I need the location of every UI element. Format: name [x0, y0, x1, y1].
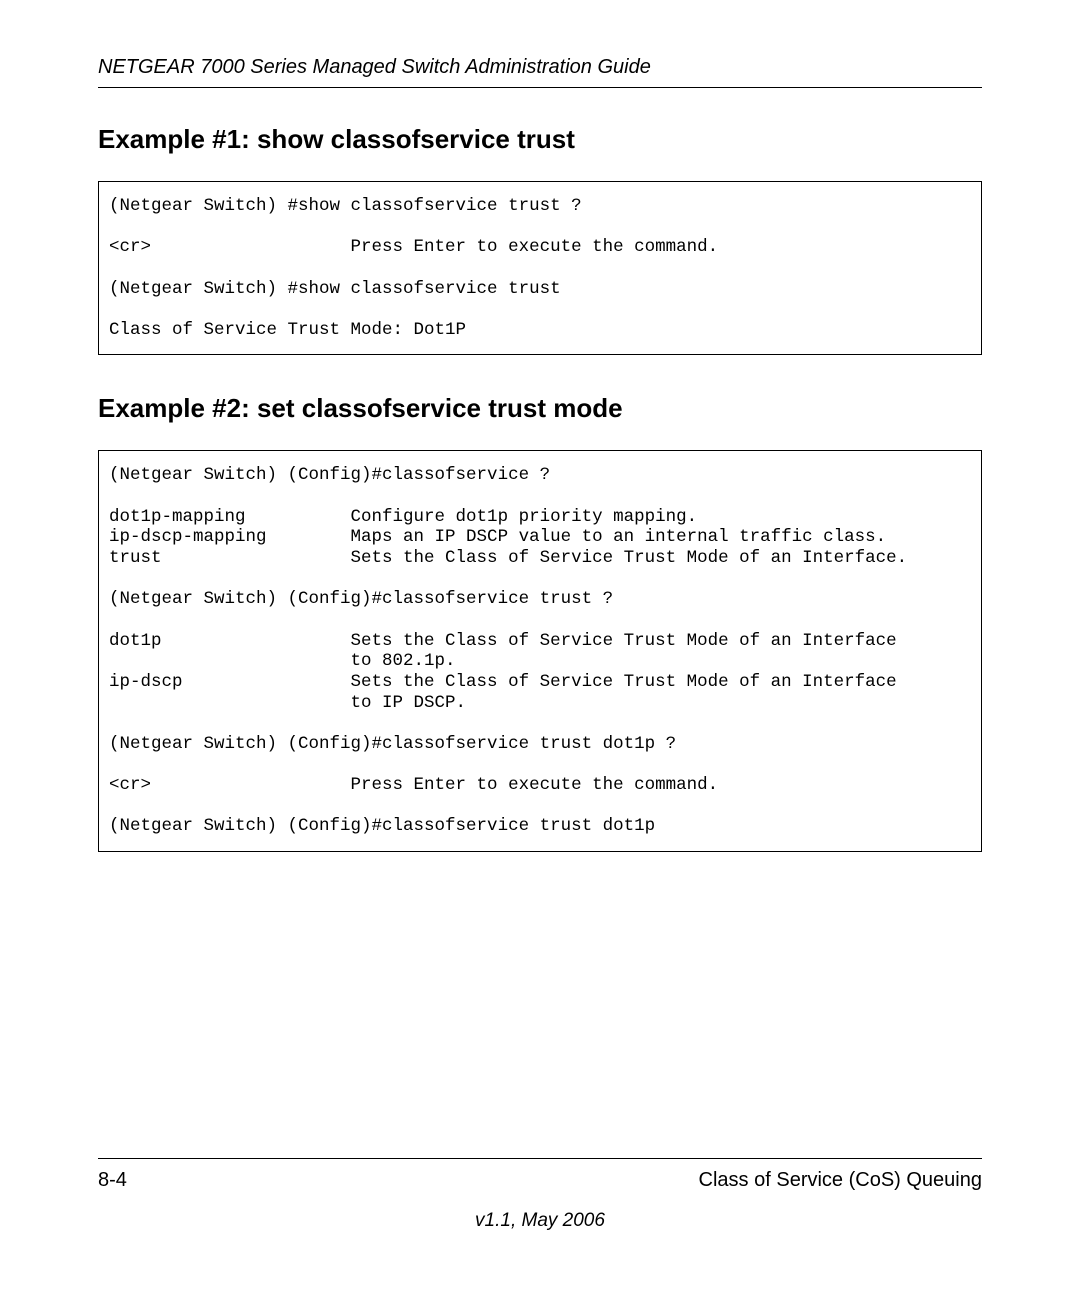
- document-page: NETGEAR 7000 Series Managed Switch Admin…: [0, 0, 1080, 1296]
- code-block-example-1: (Netgear Switch) #show classofservice tr…: [98, 181, 982, 355]
- footer-rule: [98, 1158, 982, 1159]
- heading-example-2: Example #2: set classofservice trust mod…: [98, 393, 982, 424]
- version-line: v1.1, May 2006: [98, 1210, 982, 1232]
- running-header: NETGEAR 7000 Series Managed Switch Admin…: [98, 56, 982, 88]
- page-footer: 8-4 Class of Service (CoS) Queuing v1.1,…: [98, 1158, 982, 1232]
- code-block-example-2: (Netgear Switch) (Config)#classofservice…: [98, 450, 982, 852]
- heading-example-1: Example #1: show classofservice trust: [98, 124, 982, 155]
- page-number: 8-4: [98, 1169, 127, 1192]
- chapter-title: Class of Service (CoS) Queuing: [699, 1169, 982, 1192]
